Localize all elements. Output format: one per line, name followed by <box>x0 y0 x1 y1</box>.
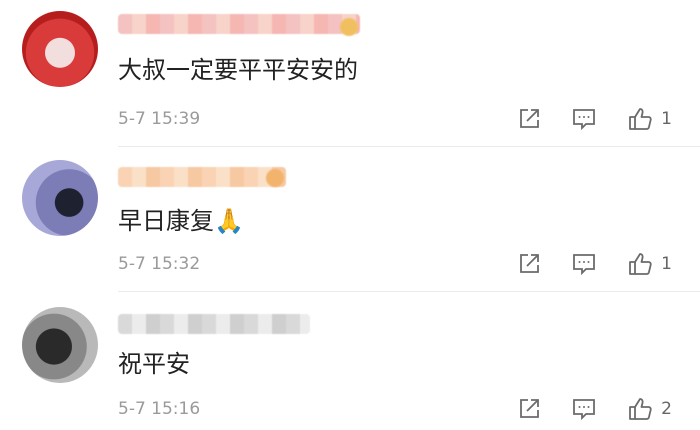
reply-button[interactable] <box>571 397 597 421</box>
comment-actions: 2 <box>487 396 672 422</box>
share-icon <box>520 399 540 418</box>
avatar[interactable] <box>22 160 98 236</box>
avatar[interactable] <box>22 11 98 87</box>
comment-item: 大叔一定要平平安安的 5-7 15:39 1 <box>0 0 700 147</box>
badge-icon <box>266 169 284 187</box>
reply-button[interactable] <box>571 252 597 276</box>
comment-item: 祝平安 5-7 15:16 2 <box>0 292 700 430</box>
comment-actions: 1 <box>487 106 672 132</box>
share-button[interactable] <box>517 252 541 276</box>
comment-text: 大叔一定要平平安安的 <box>118 56 358 84</box>
comment-timestamp: 5-7 15:16 <box>118 399 201 419</box>
username-blurred[interactable] <box>118 314 310 334</box>
thumbs-up-icon <box>629 253 652 275</box>
like-button[interactable]: 1 <box>627 106 672 132</box>
username-blurred[interactable] <box>118 167 286 187</box>
comment-text: 早日康复🙏 <box>118 207 244 235</box>
avatar[interactable] <box>22 307 98 383</box>
comment-icon <box>573 254 596 276</box>
username-blurred[interactable] <box>118 14 360 34</box>
comment-timestamp: 5-7 15:39 <box>118 109 201 129</box>
comment-actions: 1 <box>487 251 672 277</box>
comment-item: 早日康复🙏 5-7 15:32 1 <box>0 147 700 292</box>
share-button[interactable] <box>517 107 541 131</box>
like-count: 1 <box>661 109 672 129</box>
comment-icon <box>573 109 596 131</box>
thumbs-up-icon <box>629 398 652 420</box>
like-button[interactable]: 2 <box>627 396 672 422</box>
reply-button[interactable] <box>571 107 597 131</box>
comment-timestamp: 5-7 15:32 <box>118 254 201 274</box>
comment-text: 祝平安 <box>118 350 190 378</box>
like-count: 1 <box>661 254 672 274</box>
share-icon <box>520 109 540 128</box>
share-icon <box>520 254 540 273</box>
thumbs-up-icon <box>629 108 652 130</box>
comment-icon <box>573 399 596 421</box>
like-count: 2 <box>661 399 672 419</box>
like-button[interactable]: 1 <box>627 251 672 277</box>
badge-icon <box>340 18 358 36</box>
share-button[interactable] <box>517 397 541 421</box>
